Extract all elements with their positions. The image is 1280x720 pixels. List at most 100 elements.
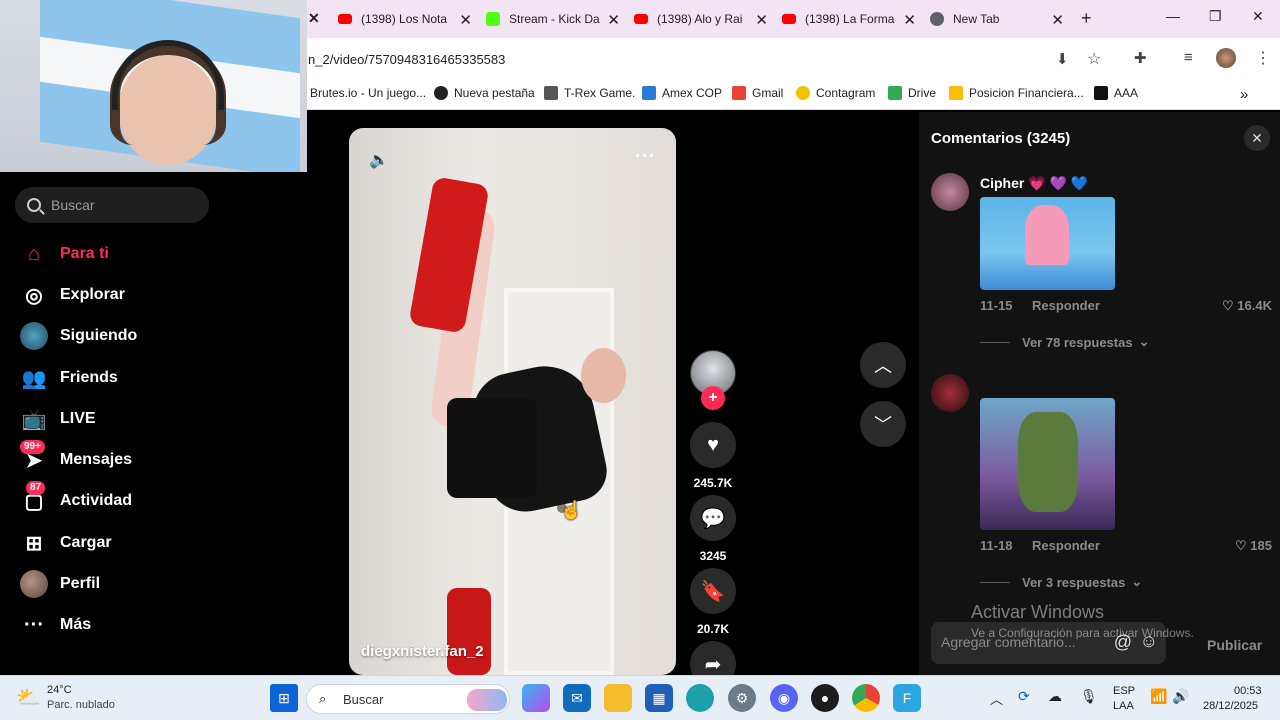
app-f-icon[interactable]: F xyxy=(893,684,921,712)
comment-icon[interactable]: 💬 xyxy=(690,495,736,541)
follow-button[interactable]: + xyxy=(701,386,725,410)
bookmark-item[interactable]: Brutes.io - Un juego... xyxy=(310,86,426,100)
video-player[interactable]: 🔈 ··· diegxnister.fan_2 xyxy=(349,128,676,675)
publish-button[interactable]: Publicar xyxy=(1207,637,1262,653)
bookmark-item[interactable]: Posicion Financiera... xyxy=(949,86,1084,100)
sidebar-item-perfil[interactable]: Perfil xyxy=(20,569,100,599)
new-tab-button[interactable]: + xyxy=(1081,8,1092,29)
browser-tab-4[interactable]: (1398) La Forma ✕ xyxy=(782,6,922,32)
reply-button[interactable]: Responder xyxy=(1032,298,1100,313)
bookmark-item[interactable]: AAA xyxy=(1094,86,1138,100)
comment-sticker-image[interactable] xyxy=(980,197,1115,290)
extensions-icon[interactable]: ✚ xyxy=(1134,49,1147,67)
obs-icon[interactable]: ● xyxy=(811,684,839,712)
sidebar-item-mensajes[interactable]: ➤ 99+ Mensajes xyxy=(20,440,132,475)
share-action[interactable]: ➦ xyxy=(690,641,736,675)
file-explorer-icon[interactable] xyxy=(604,684,632,712)
settings-icon[interactable]: ⚙ xyxy=(728,684,756,712)
bookmark-icon[interactable]: 🔖 xyxy=(690,568,736,614)
sidebar-item-siguiendo[interactable]: Siguiendo xyxy=(20,321,137,351)
bookmark-item[interactable]: Contagram xyxy=(796,86,875,100)
sidebar-item-friends[interactable]: 👥 Friends xyxy=(20,363,118,393)
bookmarks-overflow-button[interactable]: » xyxy=(1240,86,1248,103)
language-code[interactable]: ESP xyxy=(1113,685,1135,697)
sidebar-item-explorar[interactable]: ◎ Explorar xyxy=(20,280,125,310)
bookmark-item[interactable]: T-Rex Game. xyxy=(544,86,635,100)
bookmark-item[interactable]: Gmail xyxy=(732,86,783,100)
reply-button[interactable]: Responder xyxy=(1032,538,1100,553)
sidebar-item-actividad[interactable]: ▢ 87 Actividad xyxy=(20,481,132,516)
weather-desc: Parc. nublado xyxy=(47,699,115,711)
share-icon[interactable]: ➦ xyxy=(690,641,736,675)
chrome-icon[interactable] xyxy=(852,684,880,712)
tab-label: (1398) La Forma xyxy=(805,12,895,26)
tab-close-icon[interactable]: ✕ xyxy=(755,11,768,29)
following-avatar-icon xyxy=(20,322,48,350)
close-comments-button[interactable]: ✕ xyxy=(1244,125,1270,151)
language-layout[interactable]: LAA xyxy=(1113,700,1134,712)
restore-icon[interactable]: ❐ xyxy=(1209,8,1222,25)
star-icon[interactable]: ☆ xyxy=(1087,49,1101,69)
comment-action[interactable]: 💬 3245 xyxy=(690,495,736,563)
next-video-button[interactable]: ﹀ xyxy=(860,401,906,447)
comment-like[interactable]: ♡ 185 xyxy=(1235,538,1272,554)
weather-icon[interactable]: ⛅ xyxy=(16,685,41,710)
comment-username[interactable]: Cipher 💗 💜 💙 xyxy=(980,175,1088,192)
close-window-icon[interactable]: ✕ xyxy=(1252,8,1264,25)
sidebar-item-para-ti[interactable]: ⌂ Para ti xyxy=(20,239,109,269)
sidebar-item-live[interactable]: 📺 LIVE xyxy=(20,404,96,434)
view-replies-button[interactable]: Ver 78 respuestas ⌄ xyxy=(980,334,1149,350)
volume-icon[interactable]: 🔊 xyxy=(1172,688,1189,705)
chevron-up-icon[interactable]: ︿ xyxy=(990,689,1003,708)
discord-icon[interactable]: ◉ xyxy=(770,684,798,712)
menu-kebab-icon[interactable]: ⋮ xyxy=(1255,48,1271,68)
tab-close-icon[interactable]: ✕ xyxy=(607,11,620,29)
sidebar-item-cargar[interactable]: ⊞ Cargar xyxy=(20,528,112,558)
install-app-icon[interactable]: ⬇ xyxy=(1056,50,1069,68)
edge-icon[interactable] xyxy=(686,684,714,712)
previous-video-button[interactable]: ︿ xyxy=(860,342,906,388)
media-controls-icon[interactable]: ≡ xyxy=(1184,49,1193,66)
like-action[interactable]: ♥ 245.7K xyxy=(690,422,736,490)
browser-tab-5[interactable]: New Tab ✕ xyxy=(930,6,1070,32)
tab-close-icon[interactable]: ✕ xyxy=(903,11,916,29)
microphone-icon[interactable]: 🎙 xyxy=(1080,688,1098,705)
url-field[interactable]: n_2/video/7570948316465335583 xyxy=(308,52,505,67)
view-replies-button[interactable]: Ver 3 respuestas ⌄ xyxy=(980,574,1142,590)
save-action[interactable]: 🔖 20.7K xyxy=(690,568,736,636)
commenter-avatar[interactable] xyxy=(931,374,969,412)
windows-start-icon[interactable]: ⊞ xyxy=(270,684,298,712)
taskbar-search[interactable]: ⌕ Buscar xyxy=(306,684,510,714)
copilot-icon[interactable] xyxy=(522,684,550,712)
profile-avatar[interactable] xyxy=(1216,48,1236,68)
bookmark-item[interactable]: Amex COP xyxy=(642,86,722,100)
wifi-icon[interactable]: 📶 xyxy=(1150,688,1167,705)
outlook-icon[interactable]: ✉ xyxy=(563,684,591,712)
minimize-icon[interactable]: — xyxy=(1166,8,1180,24)
heart-icon[interactable]: ♥ xyxy=(690,422,736,468)
commenter-avatar[interactable] xyxy=(931,173,969,211)
comment-sticker-image[interactable] xyxy=(980,398,1115,530)
bookmark-item[interactable]: Drive xyxy=(888,86,936,100)
video-author[interactable]: diegxnister.fan_2 xyxy=(361,643,484,660)
video-options-icon[interactable]: ··· xyxy=(635,146,656,167)
bookmark-item[interactable]: Nueva pestaña xyxy=(434,86,535,100)
browser-tab-3[interactable]: (1398) Alo y Rai ✕ xyxy=(634,6,774,32)
browser-tab-1[interactable]: (1398) Los Nota ✕ xyxy=(338,6,478,32)
search-input[interactable] xyxy=(51,197,201,213)
mute-icon[interactable]: 🔈 xyxy=(369,150,389,170)
clock-date[interactable]: 28/12/2025 xyxy=(1203,700,1258,712)
compass-icon: ◎ xyxy=(25,284,43,307)
cloud-icon[interactable]: ☁ xyxy=(1048,688,1062,705)
tab-close-icon[interactable]: ✕ xyxy=(308,10,320,27)
tab-close-icon[interactable]: ✕ xyxy=(1051,11,1064,29)
video-scene-shorts xyxy=(447,398,537,498)
search-box[interactable] xyxy=(15,187,209,223)
tab-close-icon[interactable]: ✕ xyxy=(459,11,472,29)
sidebar-item-mas[interactable]: ··· Más xyxy=(20,610,91,640)
store-icon[interactable]: ▦ xyxy=(645,684,673,712)
comment-like[interactable]: ♡ 16.4K xyxy=(1222,298,1272,314)
browser-tab-2[interactable]: Stream - Kick Da ✕ xyxy=(486,6,626,32)
clock-time[interactable]: 00:53 xyxy=(1234,685,1262,697)
sync-icon[interactable]: ⟳ xyxy=(1018,688,1030,705)
